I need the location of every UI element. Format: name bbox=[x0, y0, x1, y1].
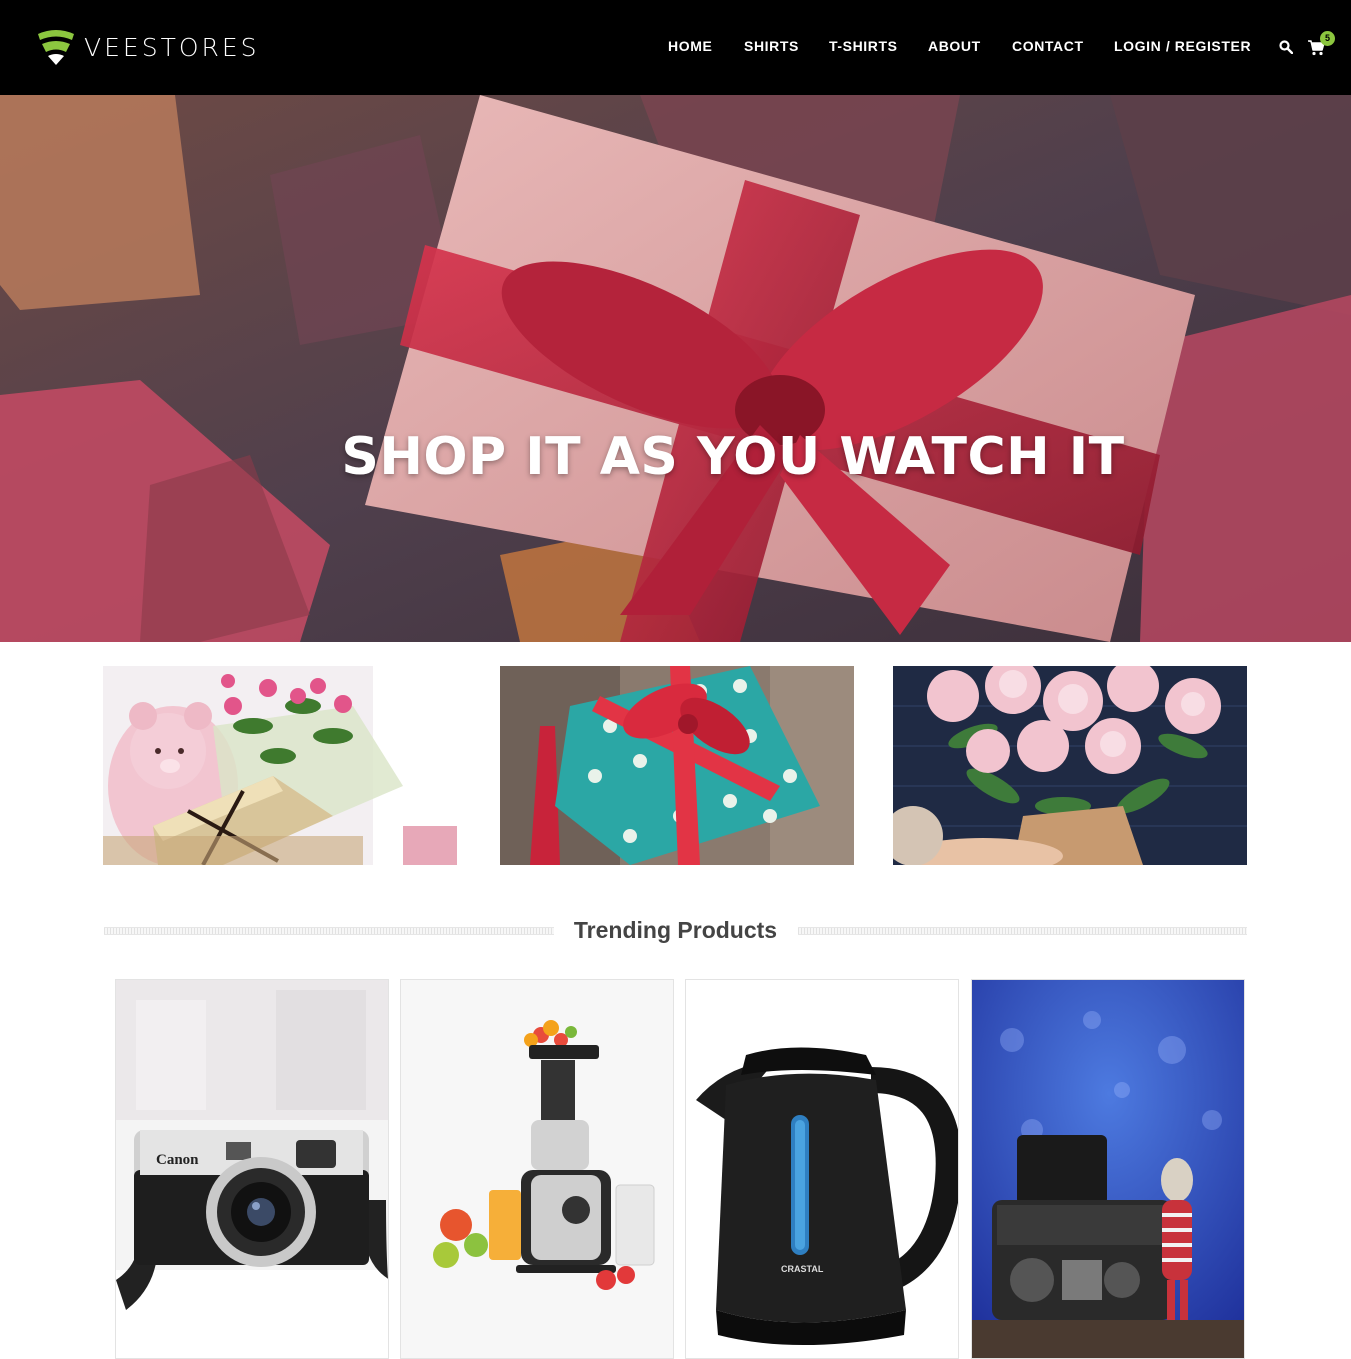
product-card-kettle[interactable]: CRASTAL bbox=[685, 979, 959, 1359]
shield-logo-icon bbox=[38, 30, 74, 65]
polka-dot-gift-image bbox=[500, 666, 854, 865]
site-header: VEESTORES HOME SHIRTS T-SHIRTS ABOUT CON… bbox=[0, 0, 1351, 95]
nav-about[interactable]: ABOUT bbox=[928, 38, 981, 54]
product-card-camera[interactable]: Canon bbox=[115, 979, 389, 1359]
camera-brand-text: Canon bbox=[156, 1152, 199, 1168]
juicer-image bbox=[401, 980, 673, 1358]
cart-count-badge: 5 bbox=[1320, 31, 1335, 46]
nav-home[interactable]: HOME bbox=[668, 38, 712, 54]
category-tile-polka-gift[interactable] bbox=[500, 666, 854, 865]
brand-logo[interactable]: VEESTORES bbox=[36, 28, 260, 66]
category-tile-peony-bouquet[interactable] bbox=[893, 666, 1247, 865]
kettle-brand-text: CRASTAL bbox=[781, 1264, 824, 1274]
nav-login-register[interactable]: LOGIN / REGISTER bbox=[1114, 38, 1251, 54]
camera-with-toy-image bbox=[972, 980, 1244, 1358]
product-card-juicer[interactable] bbox=[400, 979, 674, 1359]
peony-bouquet-image bbox=[893, 666, 1247, 865]
category-tile-teddy-gift[interactable] bbox=[103, 666, 457, 865]
product-card-camera-toy[interactable] bbox=[971, 979, 1245, 1359]
search-icon[interactable] bbox=[1279, 40, 1293, 54]
trending-section-header: Trending Products bbox=[104, 915, 1247, 947]
canon-camera-image: Canon bbox=[116, 980, 388, 1358]
section-title: Trending Products bbox=[573, 917, 778, 943]
hero-gift-image bbox=[0, 95, 1351, 642]
hero-banner: SHOP IT AS YOU WATCH IT bbox=[0, 95, 1351, 642]
brand-name: VEESTORES bbox=[84, 32, 260, 62]
nav-shirts[interactable]: SHIRTS bbox=[744, 38, 799, 54]
teddy-bear-roses-image bbox=[103, 666, 457, 865]
kettle-image: CRASTAL bbox=[686, 980, 958, 1358]
nav-t-shirts[interactable]: T-SHIRTS bbox=[829, 38, 898, 54]
nav-contact[interactable]: CONTACT bbox=[1012, 38, 1084, 54]
hero-title: SHOP IT AS YOU WATCH IT bbox=[341, 427, 1125, 487]
